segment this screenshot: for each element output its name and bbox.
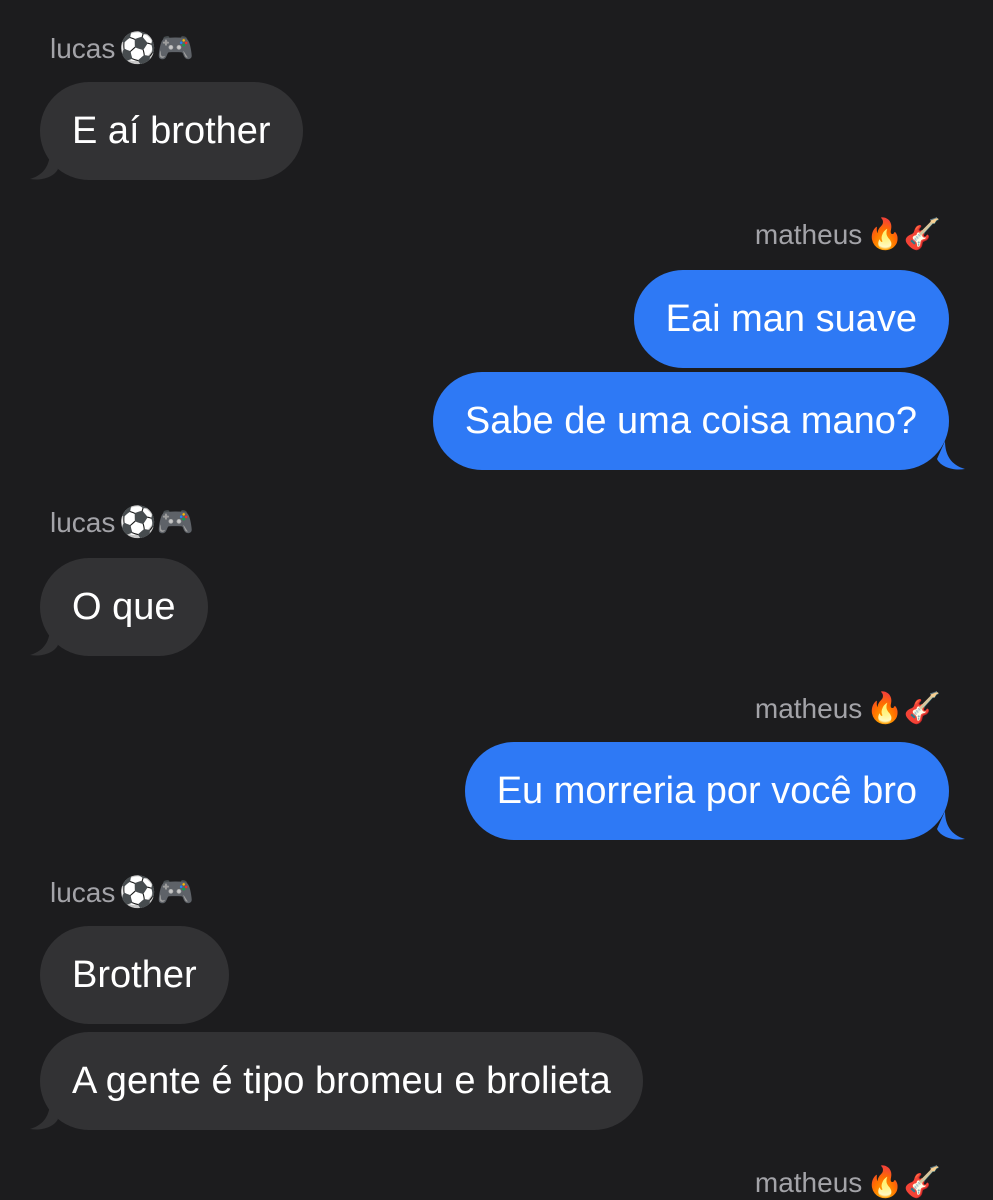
sender-name-text: lucas bbox=[50, 507, 116, 538]
fire-and-guitar-icon: 🔥🎸 bbox=[866, 217, 941, 252]
sender-name-lucas: lucas ⚽🎮 bbox=[50, 878, 194, 908]
message-bubble-outgoing[interactable]: Sabe de uma coisa mano? bbox=[432, 372, 949, 470]
message-bubble-incoming[interactable]: E aí brother bbox=[40, 82, 303, 180]
fire-and-guitar-icon: 🔥🎸 bbox=[866, 691, 941, 726]
chat-thread: lucas ⚽🎮 E aí brother matheus 🔥🎸 Eai man… bbox=[0, 0, 993, 1200]
sender-name-text: matheus bbox=[754, 219, 863, 250]
sender-name-matheus: matheus 🔥🎸 bbox=[755, 1168, 941, 1198]
soccer-ball-and-gamepad-icon: ⚽🎮 bbox=[119, 31, 195, 66]
message-bubble-outgoing[interactable]: Eai man suave bbox=[633, 270, 949, 368]
sender-name-text: lucas bbox=[50, 33, 116, 64]
sender-name-lucas: lucas ⚽🎮 bbox=[50, 508, 194, 538]
message-bubble-outgoing[interactable]: Eu morreria por você bro bbox=[464, 742, 949, 840]
message-bubble-incoming[interactable]: A gente é tipo bromeu e brolieta bbox=[40, 1032, 643, 1130]
message-bubble-incoming[interactable]: O que bbox=[40, 558, 208, 656]
sender-name-matheus: matheus 🔥🎸 bbox=[755, 220, 941, 250]
soccer-ball-and-gamepad-icon: ⚽🎮 bbox=[119, 505, 195, 540]
sender-name-lucas: lucas ⚽🎮 bbox=[50, 34, 194, 64]
message-bubble-incoming[interactable]: Brother bbox=[40, 926, 229, 1024]
soccer-ball-and-gamepad-icon: ⚽🎮 bbox=[119, 875, 195, 910]
sender-name-text: matheus bbox=[754, 1167, 863, 1198]
fire-and-guitar-icon: 🔥🎸 bbox=[866, 1165, 941, 1200]
sender-name-text: lucas bbox=[50, 877, 116, 908]
sender-name-text: matheus bbox=[754, 693, 863, 724]
sender-name-matheus: matheus 🔥🎸 bbox=[755, 694, 941, 724]
